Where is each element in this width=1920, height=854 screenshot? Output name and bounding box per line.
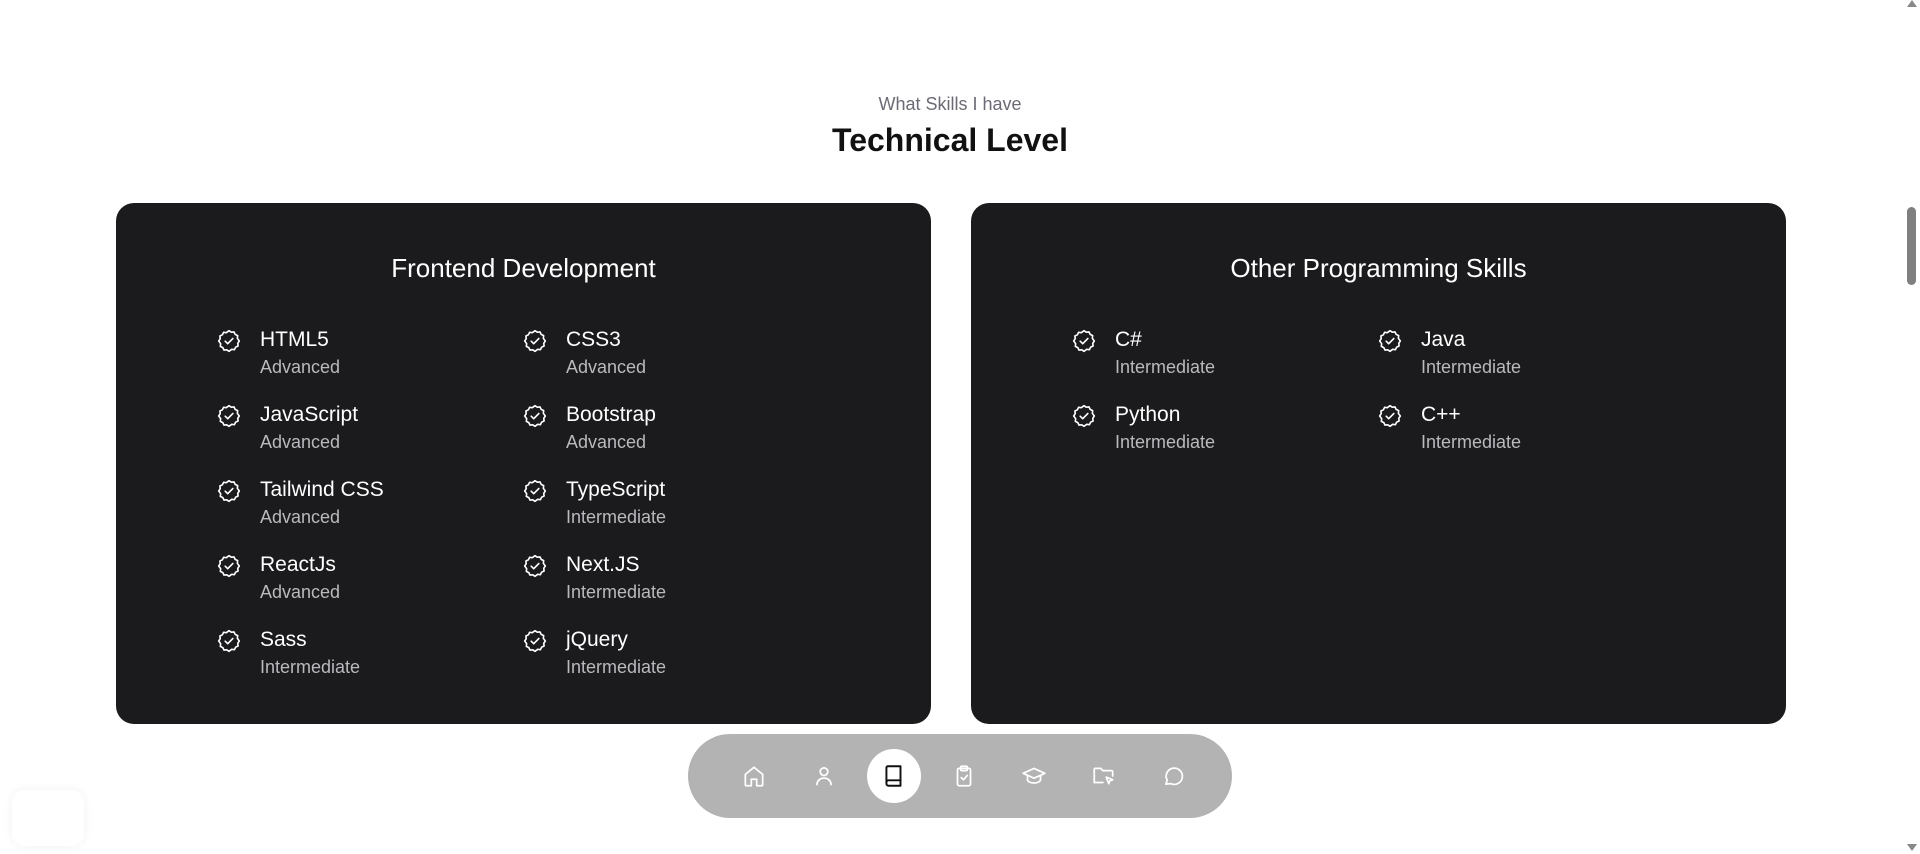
- skill-name: Bootstrap: [566, 403, 656, 426]
- nav-portfolio-button[interactable]: [1077, 749, 1131, 803]
- skill-item: CSS3 Advanced: [522, 327, 828, 402]
- skill-text: C++ Intermediate: [1421, 402, 1521, 453]
- skill-level: Intermediate: [260, 657, 361, 677]
- check-badge-icon: [522, 478, 548, 504]
- book-icon: [885, 765, 902, 787]
- clipboard-check-icon: [956, 765, 972, 787]
- check-badge-icon: [522, 553, 548, 579]
- skill-name: Python: [1115, 403, 1181, 426]
- skill-name: CSS3: [566, 328, 621, 351]
- skill-name: Sass: [260, 628, 307, 651]
- skill-name: C#: [1115, 328, 1142, 351]
- skill-item: C++ Intermediate: [1377, 402, 1683, 477]
- page: What Skills I have Technical Level Front…: [0, 0, 1920, 854]
- card-title: Frontend Development: [391, 253, 656, 283]
- corner-widget[interactable]: [12, 790, 84, 846]
- skill-level: Intermediate: [1115, 432, 1216, 452]
- graduation-cap-icon: [1022, 767, 1046, 784]
- skill-text: JavaScript Advanced: [260, 402, 358, 453]
- skill-name: Java: [1421, 328, 1466, 351]
- skill-name: ReactJs: [260, 553, 336, 576]
- skill-text: CSS3 Advanced: [566, 327, 646, 378]
- nav-education-button[interactable]: [1007, 749, 1061, 803]
- check-badge-icon: [216, 553, 242, 579]
- chat-bubble-icon: [1165, 767, 1184, 786]
- skill-text: Tailwind CSS Advanced: [260, 477, 384, 528]
- nav-skills-button[interactable]: [867, 749, 921, 803]
- scrollbar[interactable]: [1903, 0, 1920, 854]
- skill-text: C# Intermediate: [1115, 327, 1215, 378]
- skill-level: Advanced: [260, 582, 341, 602]
- check-badge-icon: [1071, 328, 1097, 354]
- skill-level: Advanced: [566, 432, 647, 452]
- skill-item: C# Intermediate: [1071, 327, 1377, 402]
- skill-item: Sass Intermediate: [216, 627, 522, 702]
- skill-level: Advanced: [260, 507, 341, 527]
- skill-item: Next.JS Intermediate: [522, 552, 828, 627]
- skill-level: Intermediate: [1115, 357, 1216, 377]
- skill-item: Java Intermediate: [1377, 327, 1683, 402]
- skill-level: Intermediate: [1421, 432, 1522, 452]
- skill-item: Python Intermediate: [1071, 402, 1377, 477]
- skill-level: Advanced: [566, 357, 647, 377]
- other-skills-card: Other Programming Skills C# Intermediate J…: [971, 203, 1786, 724]
- skill-item: ReactJs Advanced: [216, 552, 522, 627]
- check-badge-icon: [522, 328, 548, 354]
- skill-grid: HTML5 Advanced CSS3 Advanced JavaScript Advan…: [216, 327, 828, 702]
- nav-about-button[interactable]: [797, 749, 851, 803]
- skill-level: Intermediate: [566, 507, 667, 527]
- check-badge-icon: [216, 328, 242, 354]
- scroll-down-arrow-icon[interactable]: [1907, 844, 1917, 851]
- card-title: Other Programming Skills: [1230, 253, 1527, 283]
- skill-level: Advanced: [260, 357, 341, 377]
- home-icon: [744, 766, 764, 787]
- skill-text: Sass Intermediate: [260, 627, 360, 678]
- scrollbar-thumb[interactable]: [1907, 207, 1916, 285]
- skill-name: Tailwind CSS: [260, 478, 384, 501]
- skill-name: Next.JS: [566, 553, 640, 576]
- check-badge-icon: [1377, 403, 1403, 429]
- check-badge-icon: [216, 628, 242, 654]
- skill-item: HTML5 Advanced: [216, 327, 522, 402]
- nav-home-button[interactable]: [727, 749, 781, 803]
- frontend-skills-card: Frontend Development HTML5 Advanced CSS3 Ad…: [116, 203, 931, 724]
- skill-item: TypeScript Intermediate: [522, 477, 828, 552]
- skill-text: Python Intermediate: [1115, 402, 1215, 453]
- skill-level: Intermediate: [566, 657, 667, 677]
- skill-name: TypeScript: [566, 478, 666, 501]
- skill-name: jQuery: [566, 628, 628, 651]
- nav-services-button[interactable]: [937, 749, 991, 803]
- skill-level: Advanced: [260, 432, 341, 452]
- skill-item: Tailwind CSS Advanced: [216, 477, 522, 552]
- check-badge-icon: [522, 628, 548, 654]
- skill-text: TypeScript Intermediate: [566, 477, 666, 528]
- skill-item: Bootstrap Advanced: [522, 402, 828, 477]
- skill-text: jQuery Intermediate: [566, 627, 666, 678]
- skill-text: Java Intermediate: [1421, 327, 1521, 378]
- skill-level: Intermediate: [1421, 357, 1522, 377]
- skill-name: HTML5: [260, 328, 329, 351]
- skill-item: JavaScript Advanced: [216, 402, 522, 477]
- check-badge-icon: [522, 403, 548, 429]
- bottom-nav-dock: [688, 734, 1232, 818]
- skill-grid: C# Intermediate Java Intermediate Python Inte…: [1071, 327, 1683, 477]
- nav-contact-button[interactable]: [1147, 749, 1201, 803]
- section-subtitle: What Skills I have: [878, 94, 1022, 114]
- skill-item: jQuery Intermediate: [522, 627, 828, 702]
- skill-level: Intermediate: [566, 582, 667, 602]
- skill-text: ReactJs Advanced: [260, 552, 340, 603]
- section-title: Technical Level: [832, 122, 1068, 158]
- skill-text: Bootstrap Advanced: [566, 402, 656, 453]
- skill-text: Next.JS Intermediate: [566, 552, 666, 603]
- folder-cursor-icon: [1093, 767, 1114, 785]
- check-badge-icon: [1377, 328, 1403, 354]
- check-badge-icon: [216, 478, 242, 504]
- skill-text: HTML5 Advanced: [260, 327, 340, 378]
- user-icon: [816, 767, 832, 786]
- check-badge-icon: [216, 403, 242, 429]
- scroll-up-arrow-icon[interactable]: [1907, 0, 1917, 7]
- skill-name: C++: [1421, 403, 1461, 426]
- skill-name: JavaScript: [260, 403, 359, 426]
- check-badge-icon: [1071, 403, 1097, 429]
